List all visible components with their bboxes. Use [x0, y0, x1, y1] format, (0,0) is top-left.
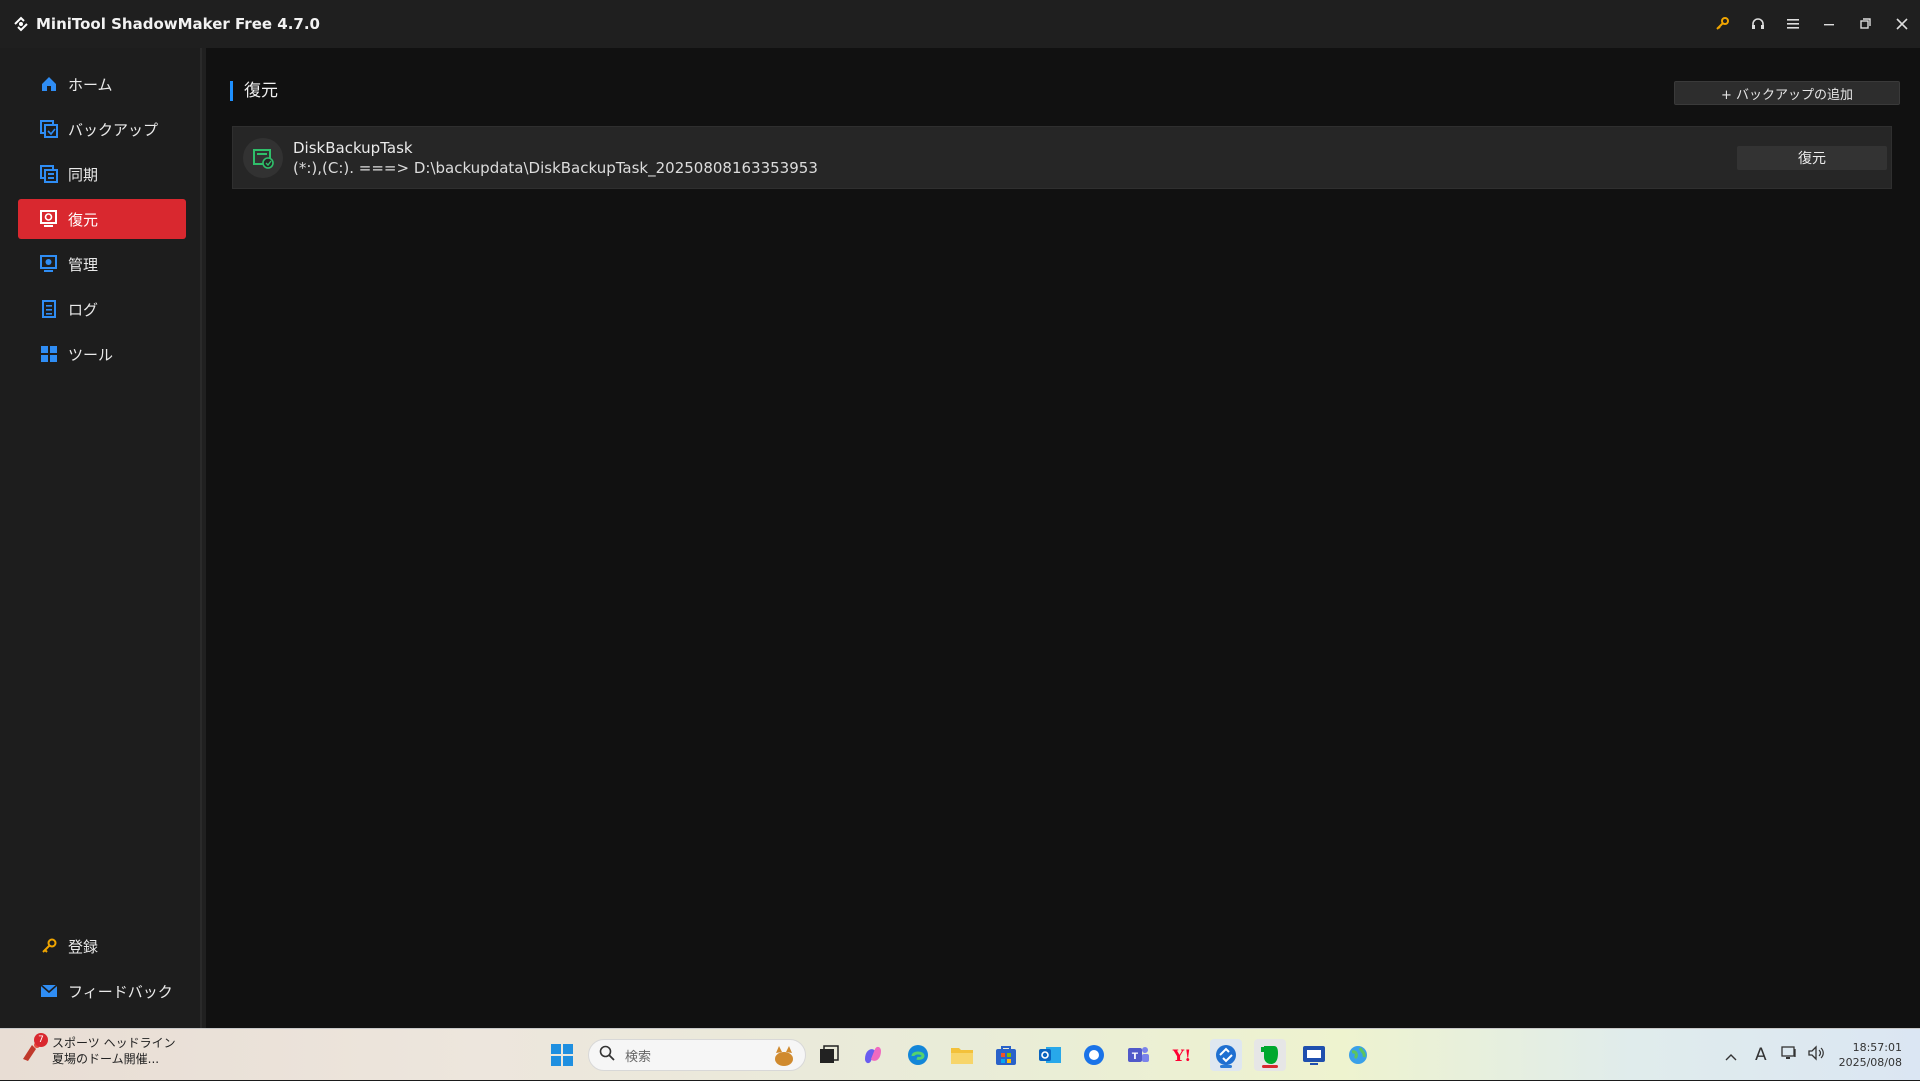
running-indicator [1220, 1065, 1232, 1068]
backup-task-row[interactable]: DiskBackupTask (*:),(C:). ===> D:\backup… [232, 126, 1892, 189]
manage-icon [40, 255, 58, 273]
sidebar-item-home[interactable]: ホーム [18, 64, 186, 104]
window-title: MiniTool ShadowMaker Free 4.7.0 [36, 15, 320, 33]
home-icon [40, 75, 58, 93]
minimize-icon[interactable] [1812, 0, 1848, 48]
windows-taskbar: 7 スポーツ ヘッドライン 夏場のドーム開催... 検索 T Y! A 18:5… [0, 1028, 1920, 1080]
system-tray: A 18:57:01 2025/08/08 [1725, 1029, 1920, 1081]
blue-app-icon[interactable] [1078, 1039, 1110, 1071]
copilot-icon[interactable] [857, 1039, 889, 1071]
maximize-restore-icon[interactable] [1848, 0, 1884, 48]
disk-backup-icon [243, 138, 283, 178]
task-name: DiskBackupTask [293, 139, 413, 157]
edge-icon[interactable] [902, 1039, 934, 1071]
sidebar: ホーム バックアップ 同期 復元 管理 ログ ツール 登録 フィードバック [0, 48, 202, 1028]
sidebar-item-register[interactable]: 登録 [18, 926, 186, 966]
task-view-icon[interactable] [813, 1039, 845, 1071]
file-explorer-icon[interactable] [946, 1039, 978, 1071]
news-headline: スポーツ ヘッドライン [52, 1036, 176, 1050]
start-icon[interactable] [546, 1039, 578, 1071]
microsoft-store-icon[interactable] [990, 1039, 1022, 1071]
volume-icon[interactable] [1807, 1045, 1825, 1065]
search-icon [599, 1045, 615, 1065]
sidebar-item-log[interactable]: ログ [18, 289, 186, 329]
key-icon[interactable] [1704, 0, 1740, 48]
news-widget-icon: 7 [20, 1033, 48, 1063]
running-indicator [1262, 1065, 1278, 1068]
clock-date: 2025/08/08 [1838, 1056, 1902, 1069]
sidebar-item-label: ホーム [68, 75, 113, 94]
svg-text:Y!: Y! [1172, 1046, 1191, 1065]
svg-text:T: T [1132, 1052, 1139, 1062]
sidebar-item-tools[interactable]: ツール [18, 334, 186, 374]
app-logo-icon [12, 15, 30, 33]
ime-indicator[interactable]: A [1755, 1045, 1767, 1065]
title-bar: MiniTool ShadowMaker Free 4.7.0 [0, 0, 1920, 48]
sidebar-item-manage[interactable]: 管理 [18, 244, 186, 284]
sync-icon [40, 165, 58, 183]
sidebar-item-label: バックアップ [68, 120, 159, 139]
cat-illustration-icon [771, 1044, 797, 1072]
sidebar-item-feedback[interactable]: フィードバック [18, 971, 186, 1011]
taskbar-clock[interactable]: 18:57:01 2025/08/08 [1839, 1040, 1902, 1070]
add-backup-button[interactable]: + バックアップの追加 [1674, 81, 1900, 105]
backup-icon [40, 120, 58, 138]
remote-desktop-icon[interactable] [1298, 1039, 1330, 1071]
sidebar-item-label: 管理 [68, 255, 99, 274]
mail-icon [40, 982, 58, 1000]
task-path: (*:),(C:). ===> D:\backupdata\DiskBackup… [293, 159, 818, 177]
key-icon [40, 937, 58, 955]
headset-icon[interactable] [1740, 0, 1776, 48]
window-controls [1704, 0, 1920, 48]
log-icon [40, 300, 58, 318]
taskbar-search[interactable]: 検索 [588, 1039, 806, 1071]
sidebar-item-label: 登録 [68, 937, 99, 956]
outlook-icon[interactable] [1034, 1039, 1066, 1071]
page-title: 復元 [230, 81, 278, 101]
menu-icon[interactable] [1776, 0, 1812, 48]
close-icon[interactable] [1884, 0, 1920, 48]
yahoo-icon[interactable]: Y! [1166, 1039, 1198, 1071]
sidebar-item-sync[interactable]: 同期 [18, 154, 186, 194]
sidebar-item-label: フィードバック [68, 982, 173, 1001]
sidebar-item-restore[interactable]: 復元 [18, 199, 186, 239]
network-icon[interactable] [1780, 1045, 1799, 1065]
sidebar-item-label: ログ [68, 300, 99, 319]
sidebar-item-backup[interactable]: バックアップ [18, 109, 186, 149]
tools-icon [40, 345, 58, 363]
search-placeholder: 検索 [625, 1049, 652, 1065]
news-widget[interactable]: 7 スポーツ ヘッドライン 夏場のドーム開催... [20, 1033, 176, 1067]
sidebar-item-label: 復元 [68, 210, 99, 229]
restore-icon [40, 210, 58, 228]
sidebar-item-label: 同期 [68, 165, 99, 184]
sidebar-item-label: ツール [68, 345, 114, 364]
clock-time: 18:57:01 [1852, 1041, 1902, 1054]
teams-icon[interactable]: T [1122, 1039, 1154, 1071]
evernote-icon[interactable] [1254, 1039, 1286, 1071]
news-subtitle: 夏場のドーム開催... [52, 1052, 160, 1066]
main-panel: 復元 + バックアップの追加 DiskBackupTask (*:),(C:).… [202, 48, 1920, 1028]
news-badge: 7 [34, 1033, 48, 1047]
shadowmaker-taskbar-icon[interactable] [1210, 1039, 1242, 1071]
restore-button[interactable]: 復元 [1737, 146, 1887, 170]
globe-app-icon[interactable] [1342, 1039, 1374, 1071]
chevron-up-icon[interactable] [1725, 1046, 1737, 1065]
